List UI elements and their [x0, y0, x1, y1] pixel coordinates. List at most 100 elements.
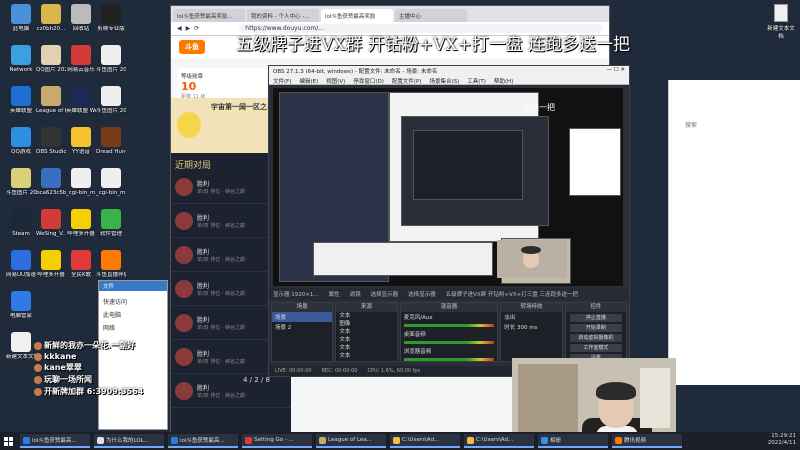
- obs-control-button[interactable]: 停止直播: [569, 314, 623, 322]
- obs-menu-item[interactable]: 停靠窗口(D): [353, 79, 384, 85]
- desktop-icon[interactable]: Dread Hunger: [96, 127, 126, 155]
- desktop-icon[interactable]: 斗鱼直播伴侣: [96, 250, 126, 278]
- desktop-icon[interactable]: OBS Studio: [36, 127, 66, 155]
- desktop-icon[interactable]: QQ游戏: [6, 127, 36, 155]
- desktop-icon[interactable]: 英雄联盟: [6, 86, 36, 114]
- taskbar-item[interactable]: C:\Users\Ad...: [464, 434, 534, 448]
- desktop-icon[interactable]: 剪映专业版: [96, 4, 126, 32]
- taskbar-item[interactable]: C:\Users\Ad...: [390, 434, 460, 448]
- obs-menu-item[interactable]: 文件(F): [273, 79, 291, 85]
- desktop-icon[interactable]: 斗鱼图片 2022041...: [96, 86, 126, 114]
- desktop-icon[interactable]: _cgi-bin_m...: [96, 168, 126, 196]
- desktop-icon[interactable]: 斗鱼图片 2022031...: [6, 168, 36, 196]
- obs-menu-item[interactable]: 工具(T): [467, 79, 486, 85]
- mixer-channel-label: 麦克风/Aux: [403, 315, 433, 321]
- transition-type[interactable]: 淡出: [501, 312, 561, 322]
- taskbar-item[interactable]: 为什么我的LOL...: [94, 434, 164, 448]
- source-toolbar-item[interactable]: 属性: [329, 290, 340, 298]
- app-icon: [71, 250, 91, 270]
- desktop-icon[interactable]: YY语音: [66, 127, 96, 155]
- desktop-icon-new-text[interactable]: 新建文本文档: [766, 4, 796, 40]
- desktop-icon[interactable]: 网易云音乐: [66, 45, 96, 73]
- desktop-icon-label: OBS Studio: [36, 149, 66, 155]
- obs-control-button[interactable]: 工作室模式: [569, 344, 623, 352]
- app-icon: [11, 250, 31, 270]
- desktop-icon-label: 斗鱼图片 2022041...: [96, 67, 126, 73]
- taskbar-item-label: C:\Users\Ad...: [402, 437, 440, 443]
- obs-preview[interactable]: 多送一把: [273, 88, 623, 286]
- source-toolbar-item[interactable]: 滤镜: [350, 290, 361, 298]
- douyu-logo[interactable]: 斗鱼: [179, 40, 205, 54]
- desktop-icon[interactable]: bca623c5b...: [36, 168, 66, 196]
- volume-meter[interactable]: [403, 341, 495, 344]
- system-tray-clock[interactable]: 15:29:21 2022/4/11: [768, 433, 796, 447]
- taskbar-item[interactable]: lol斗鱼获赞最高...: [20, 434, 90, 448]
- source-item[interactable]: 文本: [336, 336, 396, 344]
- back-icon[interactable]: ◀: [177, 25, 182, 32]
- desktop-icon[interactable]: 此电脑: [6, 4, 36, 32]
- desktop-icon[interactable]: 斗鱼图片 2022041...: [96, 45, 126, 73]
- source-item[interactable]: 文本: [336, 352, 396, 360]
- obs-control-button[interactable]: 启动虚拟摄像机: [569, 334, 623, 342]
- explorer-item[interactable]: 快速访问: [103, 297, 163, 306]
- desktop-icon[interactable]: 软件管理: [96, 209, 126, 237]
- obs-menu-item[interactable]: 视图(V): [326, 79, 345, 85]
- desktop-icon[interactable]: Network: [6, 45, 36, 73]
- volume-meter[interactable]: [403, 324, 495, 327]
- source-toolbar-item[interactable]: 选择显示器: [408, 290, 436, 298]
- obs-control-button[interactable]: 开始录制: [569, 324, 623, 332]
- app-icon: [71, 4, 91, 24]
- transition-duration[interactable]: 时长 300 ms: [501, 322, 561, 332]
- desktop-icon[interactable]: League of Legends: [36, 86, 66, 114]
- explorer-item[interactable]: 网络: [103, 323, 163, 332]
- match-text: 胜利 单/双 排位 · 峡谷之巅: [197, 281, 245, 297]
- scene-item[interactable]: 场景: [272, 312, 333, 322]
- source-item[interactable]: 文本: [336, 312, 396, 320]
- desktop-icon-label: 英雄联盟 WeGame版: [66, 108, 96, 114]
- desktop-icon[interactable]: WeSing_V...: [36, 209, 66, 237]
- obs-menu-item[interactable]: 帮助(H): [494, 79, 513, 85]
- desktop-icon[interactable]: Steam: [6, 209, 36, 237]
- taskbar-item-label: C:\Users\Ad...: [476, 437, 514, 443]
- browser-tab[interactable]: lol斗鱼获赞最高奖励...: [173, 9, 245, 22]
- obs-menu-item[interactable]: 配置文件(P): [392, 79, 422, 85]
- volume-meter[interactable]: [403, 358, 495, 361]
- obs-menu-item[interactable]: 场景集合(S): [429, 79, 459, 85]
- match-row[interactable]: 胜利 单/双 排位 · 峡谷之巅: [171, 374, 291, 408]
- desktop-icon[interactable]: 英雄联盟 WeGame版: [66, 86, 96, 114]
- desktop-icon[interactable]: 回收站: [66, 4, 96, 32]
- source-item[interactable]: 图像: [336, 320, 396, 328]
- explorer-item[interactable]: 此电脑: [103, 310, 163, 319]
- chat-text: kkkane: [44, 352, 77, 361]
- forward-icon[interactable]: ▶: [186, 25, 191, 32]
- window-controls[interactable]: — ☐ ✕: [606, 67, 625, 75]
- browser-tab[interactable]: 我的资料 - 个人中心 -...: [247, 9, 319, 22]
- obs-menu-item[interactable]: 编辑(E): [299, 79, 318, 85]
- browser-tab-active[interactable]: lol斗鱼获赞最高奖励: [321, 9, 393, 22]
- desktop-icon[interactable]: 网易UU加速器: [6, 250, 36, 278]
- source-item[interactable]: 文本: [336, 344, 396, 352]
- browser-tab[interactable]: 主播中心: [395, 9, 467, 22]
- desktop-icon[interactable]: 哔哩多开器: [36, 250, 66, 278]
- desktop-icon[interactable]: QQ图片 2022031...: [36, 45, 66, 73]
- source-toolbar-item[interactable]: 五级牌子进VX群 开钻粉+VX+打三盘 三连跑多送一把: [446, 290, 578, 298]
- taskbar-item[interactable]: lol斗鱼获赞最高...: [168, 434, 238, 448]
- desktop-icon[interactable]: 新建文本文档: [6, 332, 36, 360]
- start-button[interactable]: [0, 432, 16, 450]
- desktop-icon[interactable]: 电脑管家: [6, 291, 36, 319]
- taskbar-item[interactable]: 腾讯视频: [612, 434, 682, 448]
- taskbar-item[interactable]: League of Lea...: [316, 434, 386, 448]
- desktop-icon[interactable]: 哔哩多开器: [66, 209, 96, 237]
- source-toolbar-item[interactable]: 选择显示器: [371, 290, 399, 298]
- scene-item[interactable]: 场景 2: [272, 322, 332, 332]
- app-icon: [41, 127, 61, 147]
- desktop-icon[interactable]: 全民K歌: [66, 250, 96, 278]
- desktop-icon[interactable]: _cgi-bin_m...: [66, 168, 96, 196]
- refresh-icon[interactable]: ⟳: [194, 25, 199, 32]
- chat-message: 新鲜的我亦一朵花.一副好: [34, 340, 136, 351]
- taskbar-item[interactable]: 相册: [538, 434, 608, 448]
- taskbar-item[interactable]: Setting Go - ...: [242, 434, 312, 448]
- desktop-icon[interactable]: cz0bh20...: [36, 4, 66, 32]
- source-toolbar-item[interactable]: 显示器 1920×1...: [273, 290, 319, 298]
- source-item[interactable]: 文本: [336, 328, 396, 336]
